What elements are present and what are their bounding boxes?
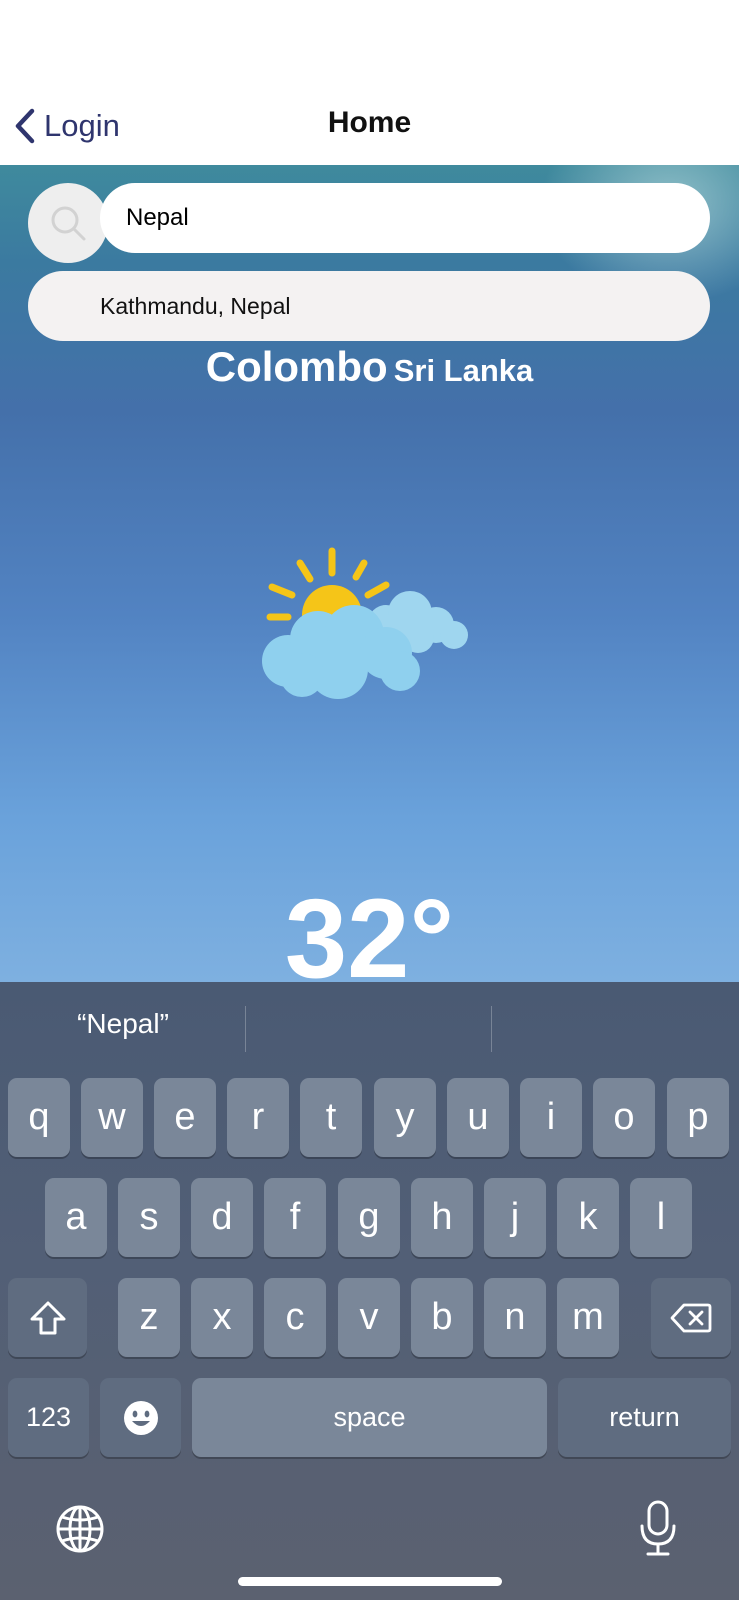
key-a[interactable]: a — [45, 1178, 107, 1257]
key-e[interactable]: e — [154, 1078, 216, 1157]
search-input[interactable] — [100, 183, 710, 253]
key-d[interactable]: d — [191, 1178, 253, 1257]
key-v[interactable]: v — [338, 1278, 400, 1357]
location-label: Colombo Sri Lanka — [0, 343, 739, 391]
backspace-key[interactable] — [651, 1278, 731, 1357]
key-z[interactable]: z — [118, 1278, 180, 1357]
country-name: Sri Lanka — [393, 353, 534, 388]
key-c[interactable]: c — [264, 1278, 326, 1357]
key-k[interactable]: k — [557, 1178, 619, 1257]
search-button[interactable] — [28, 183, 108, 263]
key-s[interactable]: s — [118, 1178, 180, 1257]
key-t[interactable]: t — [300, 1078, 362, 1157]
key-o[interactable]: o — [593, 1078, 655, 1157]
globe-icon[interactable] — [55, 1504, 105, 1554]
key-x[interactable]: x — [191, 1278, 253, 1357]
partly-cloudy-icon — [262, 547, 468, 699]
search-icon — [51, 206, 86, 241]
keyboard: “Nepal” q w e r t y u i o p a s d f g h … — [0, 982, 739, 1600]
prediction-word[interactable]: “Nepal” — [0, 1008, 246, 1040]
key-q[interactable]: q — [8, 1078, 70, 1157]
key-m[interactable]: m — [557, 1278, 619, 1357]
search-suggestion[interactable]: Kathmandu, Nepal — [28, 271, 710, 341]
key-f[interactable]: f — [264, 1178, 326, 1257]
backspace-icon — [670, 1303, 712, 1332]
key-l[interactable]: l — [630, 1178, 692, 1257]
key-y[interactable]: y — [374, 1078, 436, 1157]
prediction-divider — [245, 1006, 246, 1052]
key-g[interactable]: g — [338, 1178, 400, 1257]
key-j[interactable]: j — [484, 1178, 546, 1257]
temperature: 32° — [284, 876, 455, 983]
key-n[interactable]: n — [484, 1278, 546, 1357]
return-key[interactable]: return — [558, 1378, 731, 1457]
emoji-key[interactable] — [100, 1378, 181, 1457]
key-u[interactable]: u — [447, 1078, 509, 1157]
numbers-key[interactable]: 123 — [8, 1378, 89, 1457]
nav-bar: Login Home — [0, 0, 739, 165]
key-w[interactable]: w — [81, 1078, 143, 1157]
space-key[interactable]: space — [192, 1378, 547, 1457]
emoji-icon — [123, 1400, 158, 1435]
weather-panel: Kathmandu, Nepal ColomboSri Lanka 32° — [0, 165, 739, 982]
shift-key[interactable] — [8, 1278, 87, 1357]
key-r[interactable]: r — [227, 1078, 289, 1157]
shift-icon — [30, 1301, 65, 1334]
key-h[interactable]: h — [411, 1178, 473, 1257]
key-b[interactable]: b — [411, 1278, 473, 1357]
prediction-bar: “Nepal” — [0, 982, 739, 1072]
home-indicator[interactable] — [238, 1577, 502, 1586]
key-p[interactable]: p — [667, 1078, 729, 1157]
prediction-divider — [491, 1006, 492, 1052]
microphone-icon[interactable] — [638, 1500, 678, 1558]
page-title: Home — [327, 106, 412, 139]
city-name: Colombo — [205, 343, 388, 390]
key-i[interactable]: i — [520, 1078, 582, 1157]
